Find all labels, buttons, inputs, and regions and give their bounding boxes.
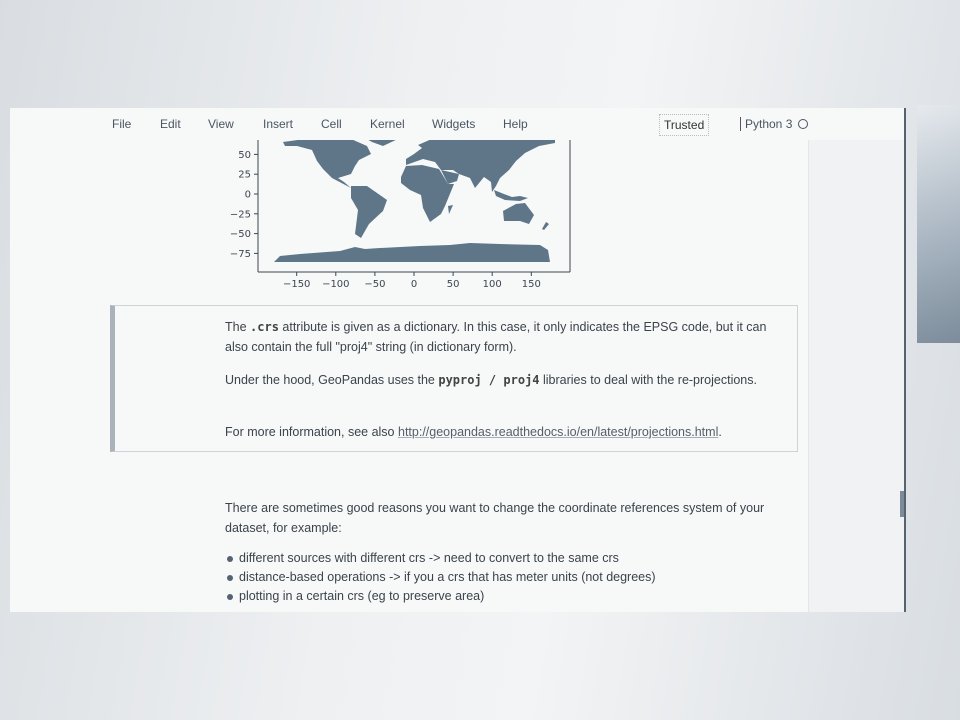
menu-file[interactable]: File (112, 117, 131, 131)
y-tick-label: 25 (238, 170, 251, 181)
menu-help[interactable]: Help (503, 117, 528, 131)
kernel-idle-icon (798, 119, 809, 129)
pyproj-code: pyproj (438, 373, 482, 387)
madagascar (448, 205, 453, 214)
x-tick-label: −50 (364, 279, 385, 290)
kernel-name: Python 3 (745, 117, 793, 131)
list-item: plotting in a certain crs (eg to preserv… (225, 587, 785, 606)
reasons-list: different sources with different crs -> … (225, 549, 785, 606)
y-tick-label: 0 (245, 190, 251, 201)
y-tick-label: −75 (230, 249, 251, 260)
notebook-window: File Edit View Insert Cell Kernel Widget… (10, 108, 906, 612)
south-america (351, 186, 387, 238)
x-tick-label: 50 (447, 279, 460, 290)
more-info-paragraph: For more information, see also http://ge… (225, 425, 722, 439)
indonesia (494, 190, 528, 201)
menu-widgets[interactable]: Widgets (432, 117, 475, 131)
y-tick-label: 50 (238, 150, 251, 161)
menu-bar: File Edit View Insert Cell Kernel Widget… (10, 108, 904, 140)
land-polygons (274, 137, 555, 262)
antarctica (274, 243, 550, 262)
x-tick-label: −150 (283, 279, 310, 290)
australia (503, 203, 534, 224)
trusted-indicator[interactable]: Trusted (659, 114, 710, 136)
menu-kernel[interactable]: Kernel (370, 117, 405, 131)
x-tick-label: 100 (483, 279, 502, 290)
x-tick-label: 0 (411, 279, 417, 290)
menu-insert[interactable]: Insert (263, 117, 293, 131)
menu-view[interactable]: View (208, 117, 234, 131)
y-tick-label: −25 (230, 209, 251, 220)
list-item: different sources with different crs -> … (225, 549, 785, 568)
pyproj-paragraph: Under the hood, GeoPandas uses the pypro… (225, 373, 757, 387)
new-zealand (542, 222, 549, 230)
list-item: distance-based operations -> if you a cr… (225, 568, 785, 587)
projections-docs-link[interactable]: http://geopandas.readthedocs.io/en/lates… (398, 425, 718, 439)
kernel-indicator[interactable]: Python 3 (740, 117, 809, 131)
intro-paragraph: There are sometimes good reasons you wan… (225, 501, 765, 535)
y-tick-label: −50 (230, 229, 251, 240)
crs-code: .crs (250, 320, 279, 334)
crs-paragraph: The .crs attribute is given as a diction… (225, 320, 767, 354)
x-tick-label: 150 (522, 279, 541, 290)
x-tick-label: −100 (322, 279, 349, 290)
menu-edit[interactable]: Edit (160, 117, 181, 131)
north-america (283, 137, 371, 188)
proj4-code: proj4 (503, 373, 540, 387)
background-decoration (917, 105, 960, 343)
menu-cell[interactable]: Cell (321, 117, 342, 131)
